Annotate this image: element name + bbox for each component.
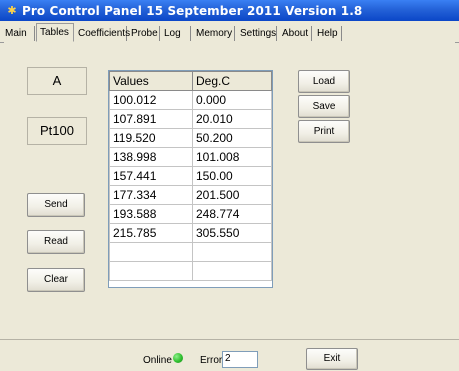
- app-window: ✱ Pro Control Panel 15 September 2011 Ve…: [0, 0, 459, 371]
- sensor-type-label: Pt100: [27, 117, 87, 145]
- online-indicator-icon: [173, 353, 183, 363]
- tab-memory[interactable]: Memory: [193, 26, 235, 41]
- table-cell[interactable]: [109, 261, 193, 281]
- read-button[interactable]: Read: [27, 230, 85, 254]
- table-cell[interactable]: 248.774: [192, 204, 272, 224]
- title-bar[interactable]: ✱ Pro Control Panel 15 September 2011 Ve…: [0, 0, 459, 21]
- tab-about[interactable]: About: [279, 26, 312, 41]
- table-cell[interactable]: 215.785: [109, 223, 193, 243]
- save-button[interactable]: Save: [298, 95, 350, 118]
- table-cell[interactable]: [192, 261, 272, 281]
- table-cell[interactable]: 100.012: [109, 90, 193, 110]
- tab-help[interactable]: Help: [314, 26, 342, 41]
- tab-coefficients[interactable]: Coefficients: [75, 26, 130, 41]
- tab-main[interactable]: Main: [2, 26, 35, 41]
- table-row: 177.334 201.500: [109, 185, 272, 205]
- table-cell[interactable]: 305.550: [192, 223, 272, 243]
- channel-label: A: [27, 67, 87, 95]
- table-row: 157.441 150.00: [109, 166, 272, 186]
- error-count-field[interactable]: 2: [222, 351, 258, 368]
- tab-tables[interactable]: Tables: [36, 23, 74, 42]
- table-cell[interactable]: 101.008: [192, 147, 272, 167]
- column-header-degc[interactable]: Deg.C: [192, 71, 272, 91]
- table-cell[interactable]: 193.588: [109, 204, 193, 224]
- table-cell[interactable]: 138.998: [109, 147, 193, 167]
- error-label: Error: [200, 355, 223, 366]
- table-row: 107.891 20.010: [109, 109, 272, 129]
- tab-probe[interactable]: Probe: [128, 26, 160, 41]
- table-row: [109, 261, 272, 281]
- table-cell[interactable]: 0.000: [192, 90, 272, 110]
- table-cell[interactable]: 119.520: [109, 128, 193, 148]
- status-bar: Online Error 2 Exit: [0, 339, 459, 371]
- table-row: 215.785 305.550: [109, 223, 272, 243]
- table-cell[interactable]: 50.200: [192, 128, 272, 148]
- table-cell[interactable]: 150.00: [192, 166, 272, 186]
- calibration-table[interactable]: Values Deg.C 100.012 0.000 107.891 20.01…: [108, 70, 273, 288]
- clear-button[interactable]: Clear: [27, 268, 85, 292]
- table-cell[interactable]: [192, 242, 272, 262]
- tab-strip: Main Tables Coefficients Probe Log Memor…: [0, 22, 459, 43]
- online-label: Online: [143, 355, 172, 366]
- table-row: [109, 242, 272, 262]
- table-row: 100.012 0.000: [109, 90, 272, 110]
- table-row: 119.520 50.200: [109, 128, 272, 148]
- tab-settings[interactable]: Settings: [237, 26, 277, 41]
- table-row: 193.588 248.774: [109, 204, 272, 224]
- send-button[interactable]: Send: [27, 193, 85, 217]
- column-header-values[interactable]: Values: [109, 71, 193, 91]
- print-button[interactable]: Print: [298, 120, 350, 143]
- table-cell[interactable]: 107.891: [109, 109, 193, 129]
- table-cell[interactable]: 177.334: [109, 185, 193, 205]
- window-title: Pro Control Panel 15 September 2011 Vers…: [22, 3, 363, 18]
- exit-button[interactable]: Exit: [306, 348, 358, 370]
- app-icon: ✱: [7, 4, 17, 17]
- load-button[interactable]: Load: [298, 70, 350, 93]
- table-cell[interactable]: [109, 242, 193, 262]
- table-cell[interactable]: 20.010: [192, 109, 272, 129]
- table-cell[interactable]: 157.441: [109, 166, 193, 186]
- tab-log[interactable]: Log: [161, 26, 191, 41]
- table-header-row: Values Deg.C: [109, 71, 272, 91]
- table-cell[interactable]: 201.500: [192, 185, 272, 205]
- table-row: 138.998 101.008: [109, 147, 272, 167]
